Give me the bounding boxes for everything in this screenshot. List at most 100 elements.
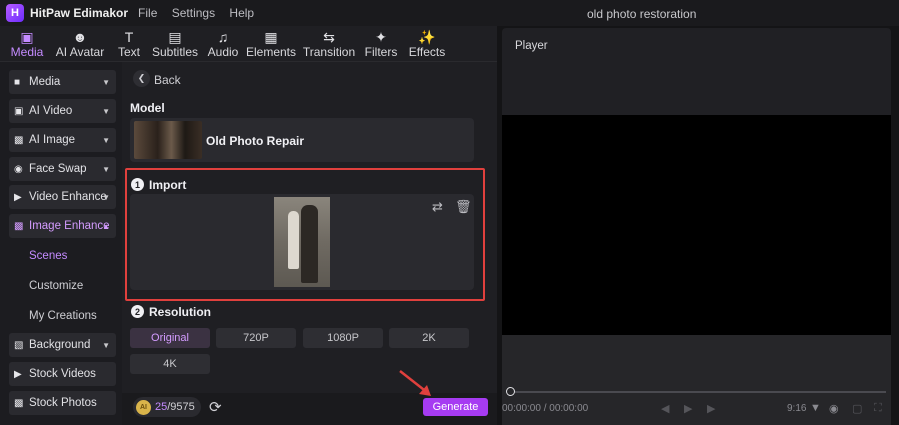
image-enhance-icon: ▩ [14,220,24,232]
sidebar-item-video-enhance[interactable]: ▶ Video Enhance ▼ [9,185,116,209]
playback-track[interactable] [508,391,886,393]
title-bar: H HitPaw Edimakor File Settings Help old… [0,0,899,26]
imported-photo [274,197,330,287]
model-name: Old Photo Repair [206,134,305,148]
sidebar-item-face-swap[interactable]: ◉ Face Swap ▼ [9,157,116,181]
pointer-arrow-icon [399,370,431,396]
caret-down-icon: ▼ [102,77,110,87]
settings-icon[interactable]: ▢ [852,402,862,415]
menu-settings[interactable]: Settings [172,6,215,20]
text-icon: T [124,29,134,45]
tab-transition[interactable]: ⇆ Transition [302,26,356,62]
credits-badge: AI 25 /9575 [133,397,201,417]
snapshot-icon[interactable]: ◉ [829,402,839,415]
sidebar-item-label: Media [29,76,61,88]
subtitles-icon: ▤ [168,29,182,45]
playback-time: 00:00:00 / 00:00:00 [502,403,589,414]
menu-file[interactable]: File [138,6,157,20]
credits-used: 25 [155,401,168,413]
sidebar-item-stock-videos[interactable]: ▶ Stock Videos [9,362,116,386]
video-enhance-icon: ▶ [14,191,22,203]
tab-audio[interactable]: ♫ Audio [206,26,240,62]
resolution-1080p-button[interactable]: 1080P [303,328,383,348]
effects-icon: ✨ [418,29,436,45]
tab-effects-label: Effects [408,45,446,59]
caret-down-icon: ▼ [102,106,110,116]
replace-icon[interactable]: ⇄ [432,199,443,215]
sidebar-item-label: Video Enhance [29,191,107,203]
tab-effects[interactable]: ✨ Effects [408,26,446,62]
player-title: Player [515,40,548,52]
tab-filters-label: Filters [364,45,398,59]
playhead-handle[interactable] [506,387,515,396]
tab-ai-avatar[interactable]: ☻ AI Avatar [54,26,106,62]
tab-subtitles[interactable]: ▤ Subtitles [152,26,198,62]
generate-button[interactable]: Generate [423,398,488,416]
stock-photo-icon: ▩ [14,397,24,409]
player-preview [502,115,891,335]
tab-ai-avatar-label: AI Avatar [55,45,105,59]
tab-elements-label: Elements [245,45,297,59]
elements-icon: ▦ [264,29,278,45]
sidebar-item-label: Image Enhance [29,220,110,232]
sidebar-item-label: AI Video [29,105,73,117]
filters-icon: ✦ [375,29,387,45]
delete-icon[interactable]: 🗑 [455,199,472,215]
aspect-dropdown-icon[interactable]: ▼ [810,402,821,414]
caret-down-icon: ▼ [102,135,110,145]
tab-media[interactable]: ▣ Media [6,26,48,62]
back-label[interactable]: Back [154,73,181,87]
app-name: HitPaw Edimakor [30,6,129,20]
model-section-title: Model [130,101,165,115]
resolution-4k-button[interactable]: 4K [130,354,210,374]
resolution-720p-button[interactable]: 720P [216,328,296,348]
sidebar-item-label: Background [29,339,91,351]
sidebar-item-label: Stock Videos [29,368,96,380]
sidebar-item-background[interactable]: ▧ Background ▼ [9,333,116,357]
tab-subtitles-label: Subtitles [151,45,199,59]
fullscreen-icon[interactable]: ⛶ [874,402,882,415]
media-icon: ▣ [20,29,34,45]
resolution-original-button[interactable]: Original [130,328,210,348]
sidebar-item-media[interactable]: ■ Media ▼ [9,70,116,94]
sidebar-subitem-customize[interactable]: Customize [29,280,83,292]
step-back-icon[interactable]: ◀ [661,402,669,415]
resolution-section-title: Resolution [149,305,211,319]
step-badge-import: 1 [131,178,144,191]
background-icon: ▧ [14,339,24,351]
tab-text[interactable]: T Text [114,26,144,62]
sidebar-subitem-scenes[interactable]: Scenes [29,250,67,262]
caret-down-icon: ▼ [102,192,110,202]
tab-elements[interactable]: ▦ Elements [245,26,297,62]
sidebar-item-stock-photos[interactable]: ▩ Stock Photos [9,391,116,415]
transition-icon: ⇆ [323,29,335,45]
tab-media-label: Media [10,45,44,59]
tab-transition-label: Transition [302,45,356,59]
sidebar-item-label: Stock Photos [29,397,97,409]
ai-video-icon: ▣ [14,105,24,117]
sidebar-item-label: AI Image [29,134,76,146]
tab-filters[interactable]: ✦ Filters [364,26,398,62]
sidebar-item-ai-video[interactable]: ▣ AI Video ▼ [9,99,116,123]
play-icon[interactable]: ▶ [684,402,692,415]
stock-video-icon: ▶ [14,368,22,380]
model-thumbnail [134,121,202,159]
caret-down-icon: ▼ [102,164,110,174]
step-forward-icon[interactable]: ▶ [707,402,715,415]
back-button[interactable]: ❮ [133,70,150,87]
avatar-icon: ☻ [72,29,88,45]
menu-bar: File Settings Help [138,6,265,20]
chevron-left-icon: ❮ [137,73,146,83]
refresh-icon[interactable]: ⟳ [209,398,222,416]
aspect-ratio[interactable]: 9:16 [787,403,806,414]
window-title: old photo restoration [587,7,697,21]
menu-help[interactable]: Help [229,6,254,20]
resolution-2k-button[interactable]: 2K [389,328,469,348]
caret-down-icon: ▼ [102,340,110,350]
sidebar-subitem-my-creations[interactable]: My Creations [29,310,97,322]
sidebar-item-ai-image[interactable]: ▩ AI Image ▼ [9,128,116,152]
sidebar-item-image-enhance[interactable]: ▩ Image Enhance ▲ [9,214,116,238]
main-toolbar: ▣ Media ☻ AI Avatar T Text ▤ Subtitles ♫… [0,26,497,62]
step-badge-resolution: 2 [131,305,144,318]
import-section-title: Import [149,178,187,192]
